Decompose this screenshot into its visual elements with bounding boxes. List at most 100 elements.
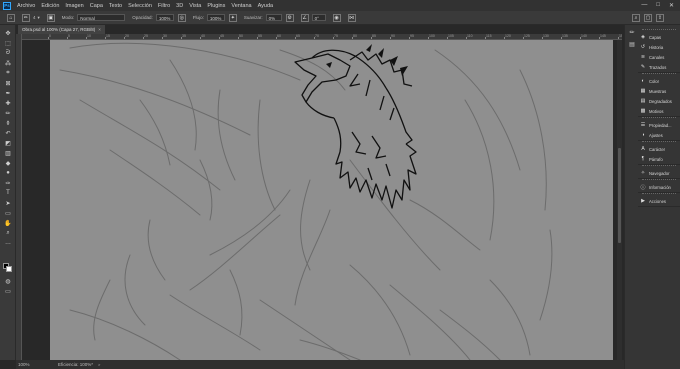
panel-tab-color[interactable]: ◐ Color bbox=[638, 76, 680, 86]
type-tool-icon[interactable]: T bbox=[3, 189, 13, 197]
crop-tool-icon[interactable]: ⌗ bbox=[3, 69, 13, 77]
brush-settings-panel-icon[interactable]: ▤ bbox=[628, 41, 636, 49]
navigator-icon: ✧ bbox=[640, 170, 646, 176]
minimize-button[interactable]: — bbox=[641, 2, 647, 9]
dodge-tool-icon[interactable]: ● bbox=[3, 169, 13, 177]
share-icon[interactable]: ⇪ bbox=[656, 13, 664, 22]
screen-mode-icon[interactable]: ▭ bbox=[3, 287, 13, 295]
eraser-tool-icon[interactable]: ◩ bbox=[3, 139, 13, 147]
document-tab[interactable]: Obra.psd al 100% (Capa 27, RGB/8) × bbox=[18, 25, 105, 34]
symmetry-button[interactable]: ⋈ bbox=[347, 13, 356, 22]
panel-tab-layers[interactable]: ◈ Capas bbox=[638, 32, 680, 42]
smoothing-options-icon[interactable]: ⚙ bbox=[285, 13, 294, 22]
pressure-opacity-icon[interactable]: ◎ bbox=[177, 13, 186, 22]
panel-tab-paths[interactable]: ✎ Trazados bbox=[638, 62, 680, 72]
quick-mask-icon[interactable]: ◍ bbox=[3, 277, 13, 285]
panel-tab-swatches[interactable]: ▦ Muestras bbox=[638, 86, 680, 96]
pressure-size-icon: ◉ bbox=[332, 13, 341, 22]
close-window-button[interactable]: ✕ bbox=[669, 2, 674, 9]
pen-tool-icon[interactable]: ✑ bbox=[3, 179, 13, 187]
scrollbar-thumb[interactable] bbox=[618, 148, 621, 243]
smoothing-input[interactable]: 0% bbox=[265, 14, 282, 21]
brush-tool-icon[interactable]: ✏ bbox=[3, 109, 13, 117]
more-tools-icon[interactable]: … bbox=[3, 239, 13, 247]
ruler-tick bbox=[48, 37, 49, 39]
path-select-tool-icon[interactable]: ➤ bbox=[3, 199, 13, 207]
home-icon: ⌂ bbox=[7, 13, 15, 22]
panel-tab-character[interactable]: A Carácter bbox=[638, 144, 680, 154]
history-brush-tool-icon[interactable]: ↶ bbox=[3, 129, 13, 137]
blur-tool-icon[interactable]: ◆ bbox=[3, 159, 13, 167]
menu-item-archivo[interactable]: Archivo bbox=[14, 3, 38, 9]
ruler-tick bbox=[162, 37, 163, 39]
panel-tab-patterns[interactable]: ▩ Motivos bbox=[638, 106, 680, 116]
ruler-label: 145 bbox=[600, 34, 606, 38]
airbrush-icon[interactable]: ✦ bbox=[228, 13, 237, 22]
collapsed-panel-strip: ✏ ▤ bbox=[624, 25, 638, 369]
panel-tab-history[interactable]: ↺ Historia bbox=[638, 42, 680, 52]
zoom-tool-icon[interactable]: ⌕ bbox=[3, 229, 13, 237]
flow-input[interactable]: 100% bbox=[206, 14, 225, 21]
menu-item-plugins[interactable]: Plugins bbox=[204, 3, 228, 9]
status-menu-arrow[interactable]: > bbox=[98, 360, 100, 369]
vertical-scrollbar[interactable] bbox=[617, 40, 622, 360]
close-tab-icon[interactable]: × bbox=[98, 27, 101, 32]
maximize-button[interactable]: □ bbox=[656, 2, 660, 9]
angle-input[interactable]: 0° bbox=[311, 14, 326, 21]
panel-tab-actions[interactable]: ▶ Acciones bbox=[638, 196, 680, 206]
clone-stamp-tool-icon[interactable]: ⚱ bbox=[3, 119, 13, 127]
menu-items: Archivo Edición Imagen Capa Texto Selección Fi… bbox=[14, 3, 276, 9]
panel-tab-channels[interactable]: ≋ Canales bbox=[638, 52, 680, 62]
hand-tool-icon[interactable]: ✋ bbox=[3, 219, 13, 227]
ruler-label: 5 bbox=[68, 34, 70, 38]
pressure-size-button[interactable]: ◉ bbox=[332, 13, 341, 22]
rectangle-tool-icon[interactable]: ▭ bbox=[3, 209, 13, 217]
brush-settings-button[interactable]: ▣ bbox=[46, 13, 55, 22]
menu-item-vista[interactable]: Vista bbox=[186, 3, 204, 9]
adjustments-icon: ◑ bbox=[641, 132, 645, 138]
mode-select[interactable]: Normal bbox=[77, 14, 126, 21]
zoom-level[interactable]: 100% bbox=[18, 360, 30, 369]
panel-tab-adjustments[interactable]: ◑ Ajustes bbox=[638, 130, 680, 140]
photoshop-logo[interactable]: Ps bbox=[3, 1, 11, 10]
paragraph-icon: ¶ bbox=[641, 156, 645, 162]
home-button[interactable]: ⌂ bbox=[7, 13, 15, 22]
background-color-swatch[interactable] bbox=[6, 266, 12, 272]
info-icon: ⓘ bbox=[640, 184, 646, 191]
marquee-tool-icon[interactable]: ⬚ bbox=[3, 39, 13, 47]
menu-item-ayuda[interactable]: Ayuda bbox=[255, 3, 277, 9]
move-tool-icon[interactable]: ✥ bbox=[3, 29, 13, 37]
opacity-input[interactable]: 100% bbox=[155, 14, 174, 21]
ruler-tick bbox=[257, 37, 258, 39]
menu-item-ventana[interactable]: Ventana bbox=[228, 3, 254, 9]
panel-tab-info[interactable]: ⓘ Información bbox=[638, 182, 680, 192]
chevron-down-icon: ▾ bbox=[37, 14, 40, 20]
menu-item-edicion[interactable]: Edición bbox=[38, 3, 62, 9]
eyedropper-tool-icon[interactable]: ✒ bbox=[3, 89, 13, 97]
panel-tab-paragraph[interactable]: ¶ Párrafo bbox=[638, 154, 680, 164]
quick-select-tool-icon[interactable]: ⁂ bbox=[3, 59, 13, 67]
brush-panel-icon[interactable]: ✏ bbox=[628, 29, 636, 37]
search-icon[interactable]: ⌕ bbox=[632, 13, 640, 22]
menu-item-seleccion[interactable]: Selección bbox=[125, 3, 155, 9]
window-controls: — □ ✕ bbox=[641, 2, 680, 9]
brush-preset-picker[interactable]: ✏ 4 ▾ bbox=[22, 13, 40, 22]
efficiency-readout: Eficiencia: 100%* bbox=[58, 362, 94, 367]
document-canvas[interactable] bbox=[50, 40, 613, 360]
ruler-label: 40 bbox=[201, 34, 205, 38]
healing-brush-tool-icon[interactable]: ✚ bbox=[3, 99, 13, 107]
lasso-tool-icon[interactable]: ᘐ bbox=[3, 49, 13, 57]
menu-item-imagen[interactable]: Imagen bbox=[62, 3, 86, 9]
frame-tool-icon[interactable]: ⊠ bbox=[3, 79, 13, 87]
document-tab-bar: Obra.psd al 100% (Capa 27, RGB/8) × bbox=[16, 25, 624, 34]
panel-tab-gradients[interactable]: ▤ Degradados bbox=[638, 96, 680, 106]
workspace-icon[interactable]: ▢ bbox=[644, 13, 652, 22]
menu-item-capa[interactable]: Capa bbox=[87, 3, 106, 9]
ruler-tick bbox=[219, 37, 220, 39]
panel-tab-properties[interactable]: ☰ Propiedad... bbox=[638, 120, 680, 130]
menu-item-3d[interactable]: 3D bbox=[173, 3, 186, 9]
menu-item-filtro[interactable]: Filtro bbox=[155, 3, 173, 9]
menu-item-texto[interactable]: Texto bbox=[106, 3, 125, 9]
gradient-tool-icon[interactable]: ▥ bbox=[3, 149, 13, 157]
panel-tab-navigator[interactable]: ✧ Navegador bbox=[638, 168, 680, 178]
